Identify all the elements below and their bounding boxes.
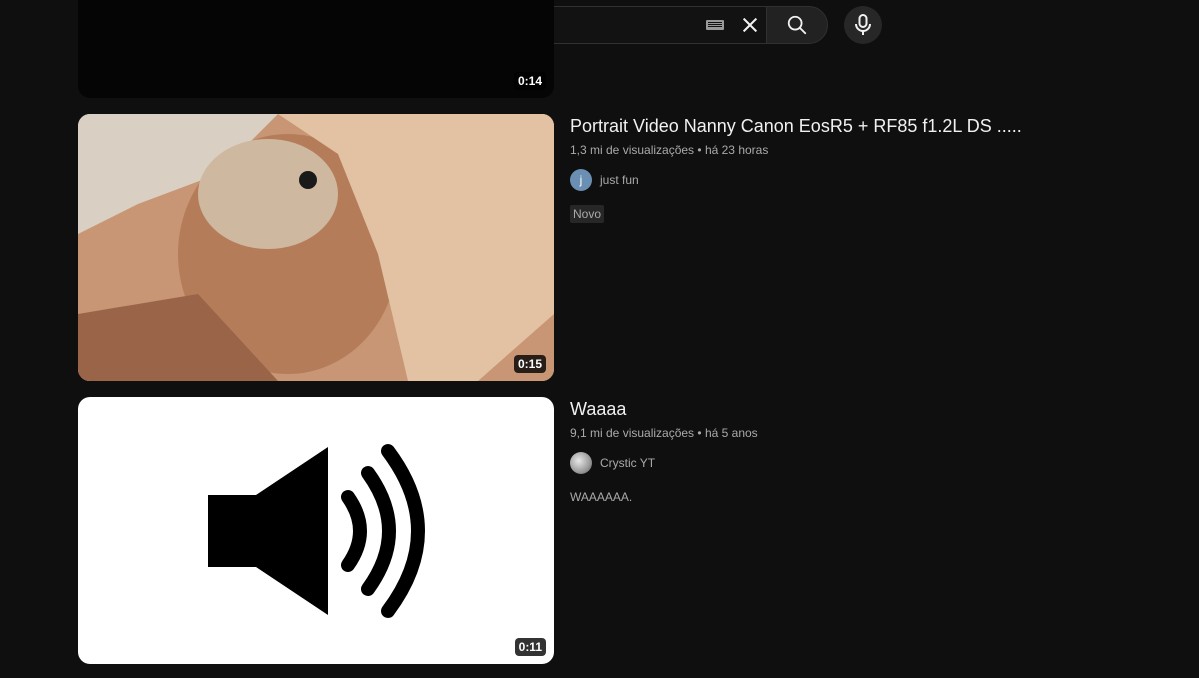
video-title[interactable]: Portrait Video Nanny Canon EosR5 + RF85 … bbox=[570, 116, 1170, 137]
new-badge: Novo bbox=[570, 205, 605, 223]
video-thumbnail[interactable]: 0:14 bbox=[78, 0, 554, 98]
thumbnail-image bbox=[78, 114, 554, 381]
channel-row[interactable]: Crystic YT bbox=[570, 452, 1170, 474]
keyboard-icon[interactable] bbox=[706, 20, 724, 30]
close-icon[interactable] bbox=[740, 15, 760, 35]
duration-badge: 0:14 bbox=[513, 72, 546, 90]
voice-search-button[interactable] bbox=[844, 6, 882, 44]
search-icon bbox=[787, 15, 807, 35]
upload-age: há 5 anos bbox=[704, 426, 758, 440]
video-meta: 9,1 mi de visualizações • há 5 anos bbox=[570, 426, 1170, 440]
duration-badge: 0:15 bbox=[513, 355, 546, 373]
upload-age: há 23 horas bbox=[704, 143, 769, 157]
video-info: Waaaa 9,1 mi de visualizações • há 5 ano… bbox=[570, 399, 1170, 504]
avatar[interactable] bbox=[570, 452, 592, 474]
video-meta: 1,3 mi de visualizações • há 23 horas bbox=[570, 143, 1170, 157]
view-count: 9,1 mi de visualizações bbox=[570, 426, 695, 440]
channel-name[interactable]: Crystic YT bbox=[600, 456, 655, 470]
channel-row[interactable]: j just fun bbox=[570, 169, 1170, 191]
channel-name[interactable]: just fun bbox=[600, 173, 639, 187]
view-count: 1,3 mi de visualizações bbox=[570, 143, 695, 157]
duration-badge: 0:11 bbox=[514, 638, 546, 656]
video-title[interactable]: Waaaa bbox=[570, 399, 1170, 420]
meta-separator: • bbox=[697, 426, 702, 440]
video-thumbnail[interactable]: 0:11 bbox=[78, 397, 554, 664]
video-thumbnail[interactable]: 0:15 bbox=[78, 114, 554, 381]
video-description: WAAAAAA. bbox=[570, 490, 633, 504]
meta-separator: • bbox=[697, 143, 702, 157]
search-button[interactable] bbox=[766, 6, 828, 44]
speaker-volume-icon bbox=[208, 444, 425, 618]
microphone-icon bbox=[855, 14, 871, 35]
avatar[interactable]: j bbox=[570, 169, 592, 191]
video-info: Portrait Video Nanny Canon EosR5 + RF85 … bbox=[570, 116, 1170, 223]
